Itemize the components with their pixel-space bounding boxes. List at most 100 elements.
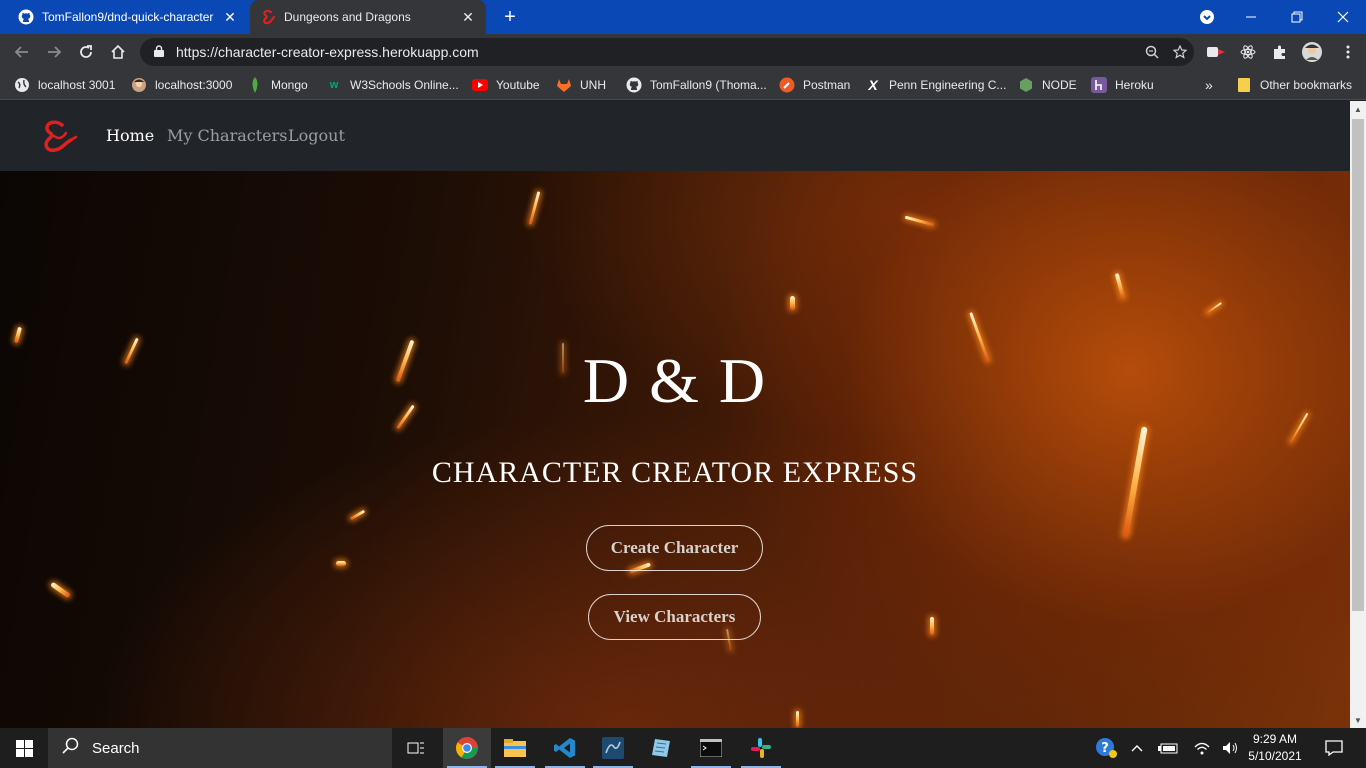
dnd-ampersand-icon [260,9,276,25]
slack-icon[interactable] [737,728,785,768]
scroll-thumb[interactable] [1352,119,1364,611]
bookmark-label: localhost 3001 [38,78,116,92]
browser-tab-strip: TomFallon9/dnd-quick-character ✕ Dungeon… [0,0,1366,34]
volume-icon[interactable] [1220,728,1242,768]
ember-spark [796,711,799,727]
ember-spark [50,581,71,599]
bookmark-label: localhost:3000 [155,78,233,92]
mysql-workbench-icon[interactable] [589,728,637,768]
minimize-icon[interactable] [1228,0,1274,34]
tab-title: TomFallon9/dnd-quick-character [42,10,214,24]
search-placeholder: Search [92,739,140,757]
bookmark-heroku[interactable]: Heroku [1091,75,1154,95]
page-scrollbar[interactable]: ▲ ▼ [1350,101,1366,728]
github-icon [18,9,34,25]
create-character-button[interactable]: Create Character [586,525,763,571]
forward-arrow-icon[interactable] [42,40,66,64]
close-window-icon[interactable] [1320,0,1366,34]
bookmark-unh[interactable]: UNH [556,75,606,95]
bookmark-node[interactable]: NODE [1018,75,1077,95]
taskbar-search-box[interactable]: Search [48,728,392,768]
nav-my-characters-link[interactable]: My Characters [167,126,288,145]
bookmark-github-profile[interactable]: TomFallon9 (Thoma... [626,75,767,95]
bookmarks-overflow-button[interactable]: » [1205,75,1213,95]
bookmark-mongo[interactable]: Mongo [247,75,308,95]
file-explorer-icon[interactable] [491,728,539,768]
page-viewport: Home My Characters Logout D & D CHARACTE… [0,101,1350,728]
bookmarks-bar: localhost 3001 localhost:3000 Mongo w W3… [0,70,1366,100]
bookmark-label: Heroku [1115,78,1154,92]
notifications-icon[interactable] [1318,728,1350,768]
task-view-icon[interactable] [392,728,440,768]
tab-github-repo[interactable]: TomFallon9/dnd-quick-character ✕ [8,0,248,34]
scroll-down-arrow-icon[interactable]: ▼ [1350,712,1366,728]
hero-section: D & D CHARACTER CREATOR EXPRESS Create C… [0,171,1350,728]
site-navbar: Home My Characters Logout [0,101,1350,171]
tab-dungeons-and-dragons[interactable]: Dungeons and Dragons ✕ [250,0,486,34]
bookmark-w3schools[interactable]: w W3Schools Online... [326,75,459,95]
bookmark-label: NODE [1042,78,1077,92]
vscode-icon[interactable] [541,728,589,768]
wifi-icon[interactable] [1190,728,1214,768]
ember-spark [336,561,346,566]
new-tab-button[interactable]: + [498,5,522,29]
bookmark-postman[interactable]: Postman [779,75,850,95]
chrome-taskbar-icon[interactable] [443,728,491,768]
profile-menu-icon[interactable] [1184,0,1230,34]
bookmark-localhost-3000[interactable]: localhost:3000 [131,75,232,95]
zoom-icon[interactable] [1138,38,1166,66]
notepad-icon[interactable] [637,728,685,768]
clock-time: 9:29 AM [1252,732,1298,746]
bookmark-localhost-3001[interactable]: localhost 3001 [14,75,115,95]
x-icon: X [868,77,878,93]
youtube-icon [472,77,488,93]
bookmark-youtube[interactable]: Youtube [472,75,540,95]
folder-icon [1236,77,1252,93]
dnd-ampersand-logo[interactable] [38,119,78,153]
menu-dots-icon[interactable] [1336,40,1360,64]
react-devtools-icon[interactable] [1236,40,1260,64]
reload-icon[interactable] [74,40,98,64]
screencast-extension-icon[interactable] [1204,40,1228,64]
back-arrow-icon[interactable] [10,40,34,64]
nav-home-link[interactable]: Home [106,126,154,145]
windows-start-icon[interactable] [0,728,48,768]
github-icon [626,77,642,93]
ember-spark [1114,272,1126,300]
ember-spark [1206,302,1222,314]
mongo-leaf-icon [247,77,263,93]
chevron-up-icon[interactable] [1126,728,1148,768]
lock-icon [154,44,166,60]
scroll-up-arrow-icon[interactable]: ▲ [1350,101,1366,117]
hero-title: D & D [582,345,768,416]
bookmark-label: TomFallon9 (Thoma... [650,78,767,92]
clock-date: 5/10/2021 [1248,749,1302,763]
url-text: https://character-creator-express.heroku… [176,44,479,60]
bookmark-penn-engineering[interactable]: X Penn Engineering C... [865,75,1006,95]
view-characters-button[interactable]: View Characters [588,594,761,640]
bookmark-label: UNH [580,78,606,92]
bookmark-label: Penn Engineering C... [889,78,1007,92]
bookmark-label: Other bookmarks [1260,78,1353,92]
ember-spark [790,296,795,310]
help-tray-icon[interactable]: ? [1094,728,1118,768]
avatar-icon [131,77,147,93]
ember-spark [904,215,935,227]
ember-spark [13,326,23,344]
nav-logout-link[interactable]: Logout [288,126,345,145]
tab-close-icon[interactable]: ✕ [222,9,238,26]
profile-avatar-icon[interactable] [1300,40,1324,64]
ember-spark [528,191,541,225]
w3schools-icon: w [329,79,339,91]
extensions-puzzle-icon[interactable] [1268,40,1292,64]
command-prompt-icon[interactable] [687,728,735,768]
other-bookmarks-folder[interactable]: Other bookmarks [1236,75,1352,95]
bookmark-star-icon[interactable] [1166,38,1194,66]
bookmark-label: Youtube [496,78,540,92]
home-icon[interactable] [106,40,130,64]
battery-icon[interactable] [1156,728,1180,768]
address-bar[interactable]: https://character-creator-express.heroku… [140,38,1194,66]
restore-icon[interactable] [1274,0,1320,34]
taskbar-clock[interactable]: 9:29 AM 5/10/2021 [1244,731,1306,765]
tab-close-icon[interactable]: ✕ [460,9,476,26]
